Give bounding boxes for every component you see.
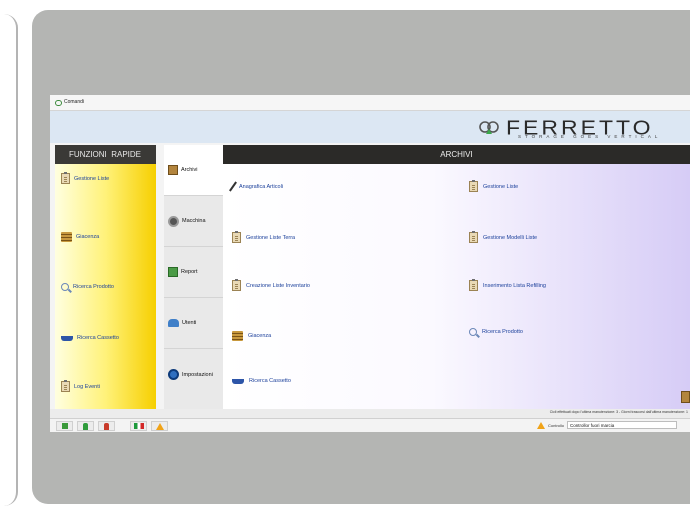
drawer-icon xyxy=(61,335,73,341)
archive-box-icon xyxy=(168,165,178,175)
item-label: Creazione Liste Inventario xyxy=(246,282,310,289)
quick-item-label: Ricerca Cassetto xyxy=(77,335,119,341)
item-label: Anagrafica Articoli xyxy=(239,183,284,190)
people-icon xyxy=(55,99,62,106)
exit-icon xyxy=(61,423,68,429)
controller-label: Controllo xyxy=(548,422,565,428)
clipboard-icon xyxy=(469,231,478,243)
quick-functions-title: FUNZIONI RAPIDE xyxy=(55,145,156,164)
tab-label: Utenti xyxy=(182,320,197,326)
section-tabs: Archivi Macchina Report Utenti Impostazi… xyxy=(164,145,223,409)
item-gestione-liste-terra[interactable]: Gestione Liste Terra xyxy=(232,231,296,243)
item-anagrafica-articoli[interactable]: Anagrafica Articoli xyxy=(229,181,284,192)
side-panel-edge xyxy=(0,14,18,506)
tab-label: Impostazioni xyxy=(182,371,213,378)
quick-item-label: Giacenza xyxy=(76,234,100,240)
item-label: Ricerca Prodotto xyxy=(482,329,523,335)
tab-label: Report xyxy=(181,269,198,275)
stock-icon xyxy=(232,331,243,341)
clipboard-icon xyxy=(469,180,478,192)
archive-corner-icon xyxy=(681,391,690,403)
item-gestione-modelli-liste[interactable]: Gestione Modelli Liste xyxy=(469,231,538,243)
item-creazione-liste-inventario[interactable]: Creazione Liste Inventario xyxy=(232,279,310,291)
logo-mark-icon xyxy=(479,121,499,134)
item-label: Gestione Modelli Liste xyxy=(483,234,538,241)
archivi-panel: ARCHIVI Anagrafica Articoli Gestione Lis… xyxy=(223,145,690,409)
item-label: Gestione Liste Terra xyxy=(246,234,296,241)
quick-item-label: Gestione Liste xyxy=(74,175,110,182)
settings-icon xyxy=(168,369,179,380)
clipboard-icon xyxy=(469,279,478,291)
clipboard-icon xyxy=(61,172,70,184)
item-label: Giacenza xyxy=(248,333,272,339)
warning-button[interactable] xyxy=(151,421,168,431)
italian-flag-icon xyxy=(133,423,144,429)
exit-button[interactable] xyxy=(56,421,73,431)
panel-title: ARCHIVI xyxy=(223,145,690,164)
drawer-icon xyxy=(232,378,244,384)
log-icon xyxy=(61,380,70,392)
comandi-label: Comandi xyxy=(64,99,85,105)
quick-item-giacenza[interactable]: Giacenza xyxy=(61,232,99,242)
tab-impostazioni[interactable]: Impostazioni xyxy=(164,349,223,400)
pencil-icon xyxy=(229,181,237,192)
header-banner: FERRETTO STORAGE GOES VERTICAL xyxy=(50,111,690,143)
controller-status: Controllo Controllor fuori marcia xyxy=(537,421,678,429)
tab-label: Macchina xyxy=(182,218,206,224)
user-button[interactable] xyxy=(77,421,94,431)
user-red-icon xyxy=(104,422,109,430)
quick-item-label: Ricerca Prodotto xyxy=(73,284,114,290)
quick-item-log-eventi[interactable]: Log Eventi xyxy=(61,380,100,392)
controller-status-field: Controllor fuori marcia xyxy=(567,421,678,429)
item-ricerca-prodotto[interactable]: Ricerca Prodotto xyxy=(469,328,523,336)
comandi-menu[interactable]: Comandi xyxy=(53,97,86,108)
maintenance-status: Cicli effettuati dopo l'ultima manutenzi… xyxy=(549,410,688,414)
warning-icon xyxy=(155,422,164,430)
item-label: Ricerca Cassetto xyxy=(249,378,291,384)
item-inserimento-lista-refilling[interactable]: Inserimento Lista Refilling xyxy=(469,279,546,291)
tab-label: Archivi xyxy=(181,167,198,173)
menu-bar: Comandi xyxy=(50,95,690,111)
app-window: Comandi FERRETTO STORAGE GOES VERTICAL F… xyxy=(50,95,690,432)
item-label: Inserimento Lista Refilling xyxy=(483,282,546,289)
machine-icon xyxy=(168,215,179,227)
warning-icon xyxy=(537,421,545,429)
search-icon xyxy=(61,283,69,291)
status-bar: Cicli effettuati dopo l'ultima manutenzi… xyxy=(50,409,690,418)
quick-item-ricerca-prodotto[interactable]: Ricerca Prodotto xyxy=(61,283,114,291)
quick-functions-panel: FUNZIONI RAPIDE Gestione Liste Giacenza … xyxy=(55,145,156,409)
users-icon xyxy=(168,319,179,327)
report-icon xyxy=(168,267,178,277)
user-alt-button[interactable] xyxy=(98,421,115,431)
stock-icon xyxy=(61,232,72,242)
tab-report[interactable]: Report xyxy=(164,247,223,298)
quick-item-label: Log Eventi xyxy=(74,383,100,390)
tab-utenti[interactable]: Utenti xyxy=(164,298,223,349)
clipboard-icon xyxy=(232,279,241,291)
search-icon xyxy=(469,328,477,336)
user-green-icon xyxy=(83,422,88,430)
item-ricerca-cassetto[interactable]: Ricerca Cassetto xyxy=(232,378,291,384)
bottom-toolbar: Controllo Controllor fuori marcia xyxy=(50,418,690,432)
clipboard-icon xyxy=(232,231,241,243)
item-label: Gestione Liste xyxy=(483,183,519,190)
item-giacenza[interactable]: Giacenza xyxy=(232,331,271,341)
tab-archivi[interactable]: Archivi xyxy=(164,145,223,196)
tab-macchina[interactable]: Macchina xyxy=(164,196,223,247)
language-button[interactable] xyxy=(130,421,147,431)
quick-item-gestione-liste[interactable]: Gestione Liste xyxy=(61,172,110,184)
logo-tagline: STORAGE GOES VERTICAL xyxy=(518,134,662,139)
item-gestione-liste[interactable]: Gestione Liste xyxy=(469,180,519,192)
quick-item-ricerca-cassetto[interactable]: Ricerca Cassetto xyxy=(61,335,119,341)
